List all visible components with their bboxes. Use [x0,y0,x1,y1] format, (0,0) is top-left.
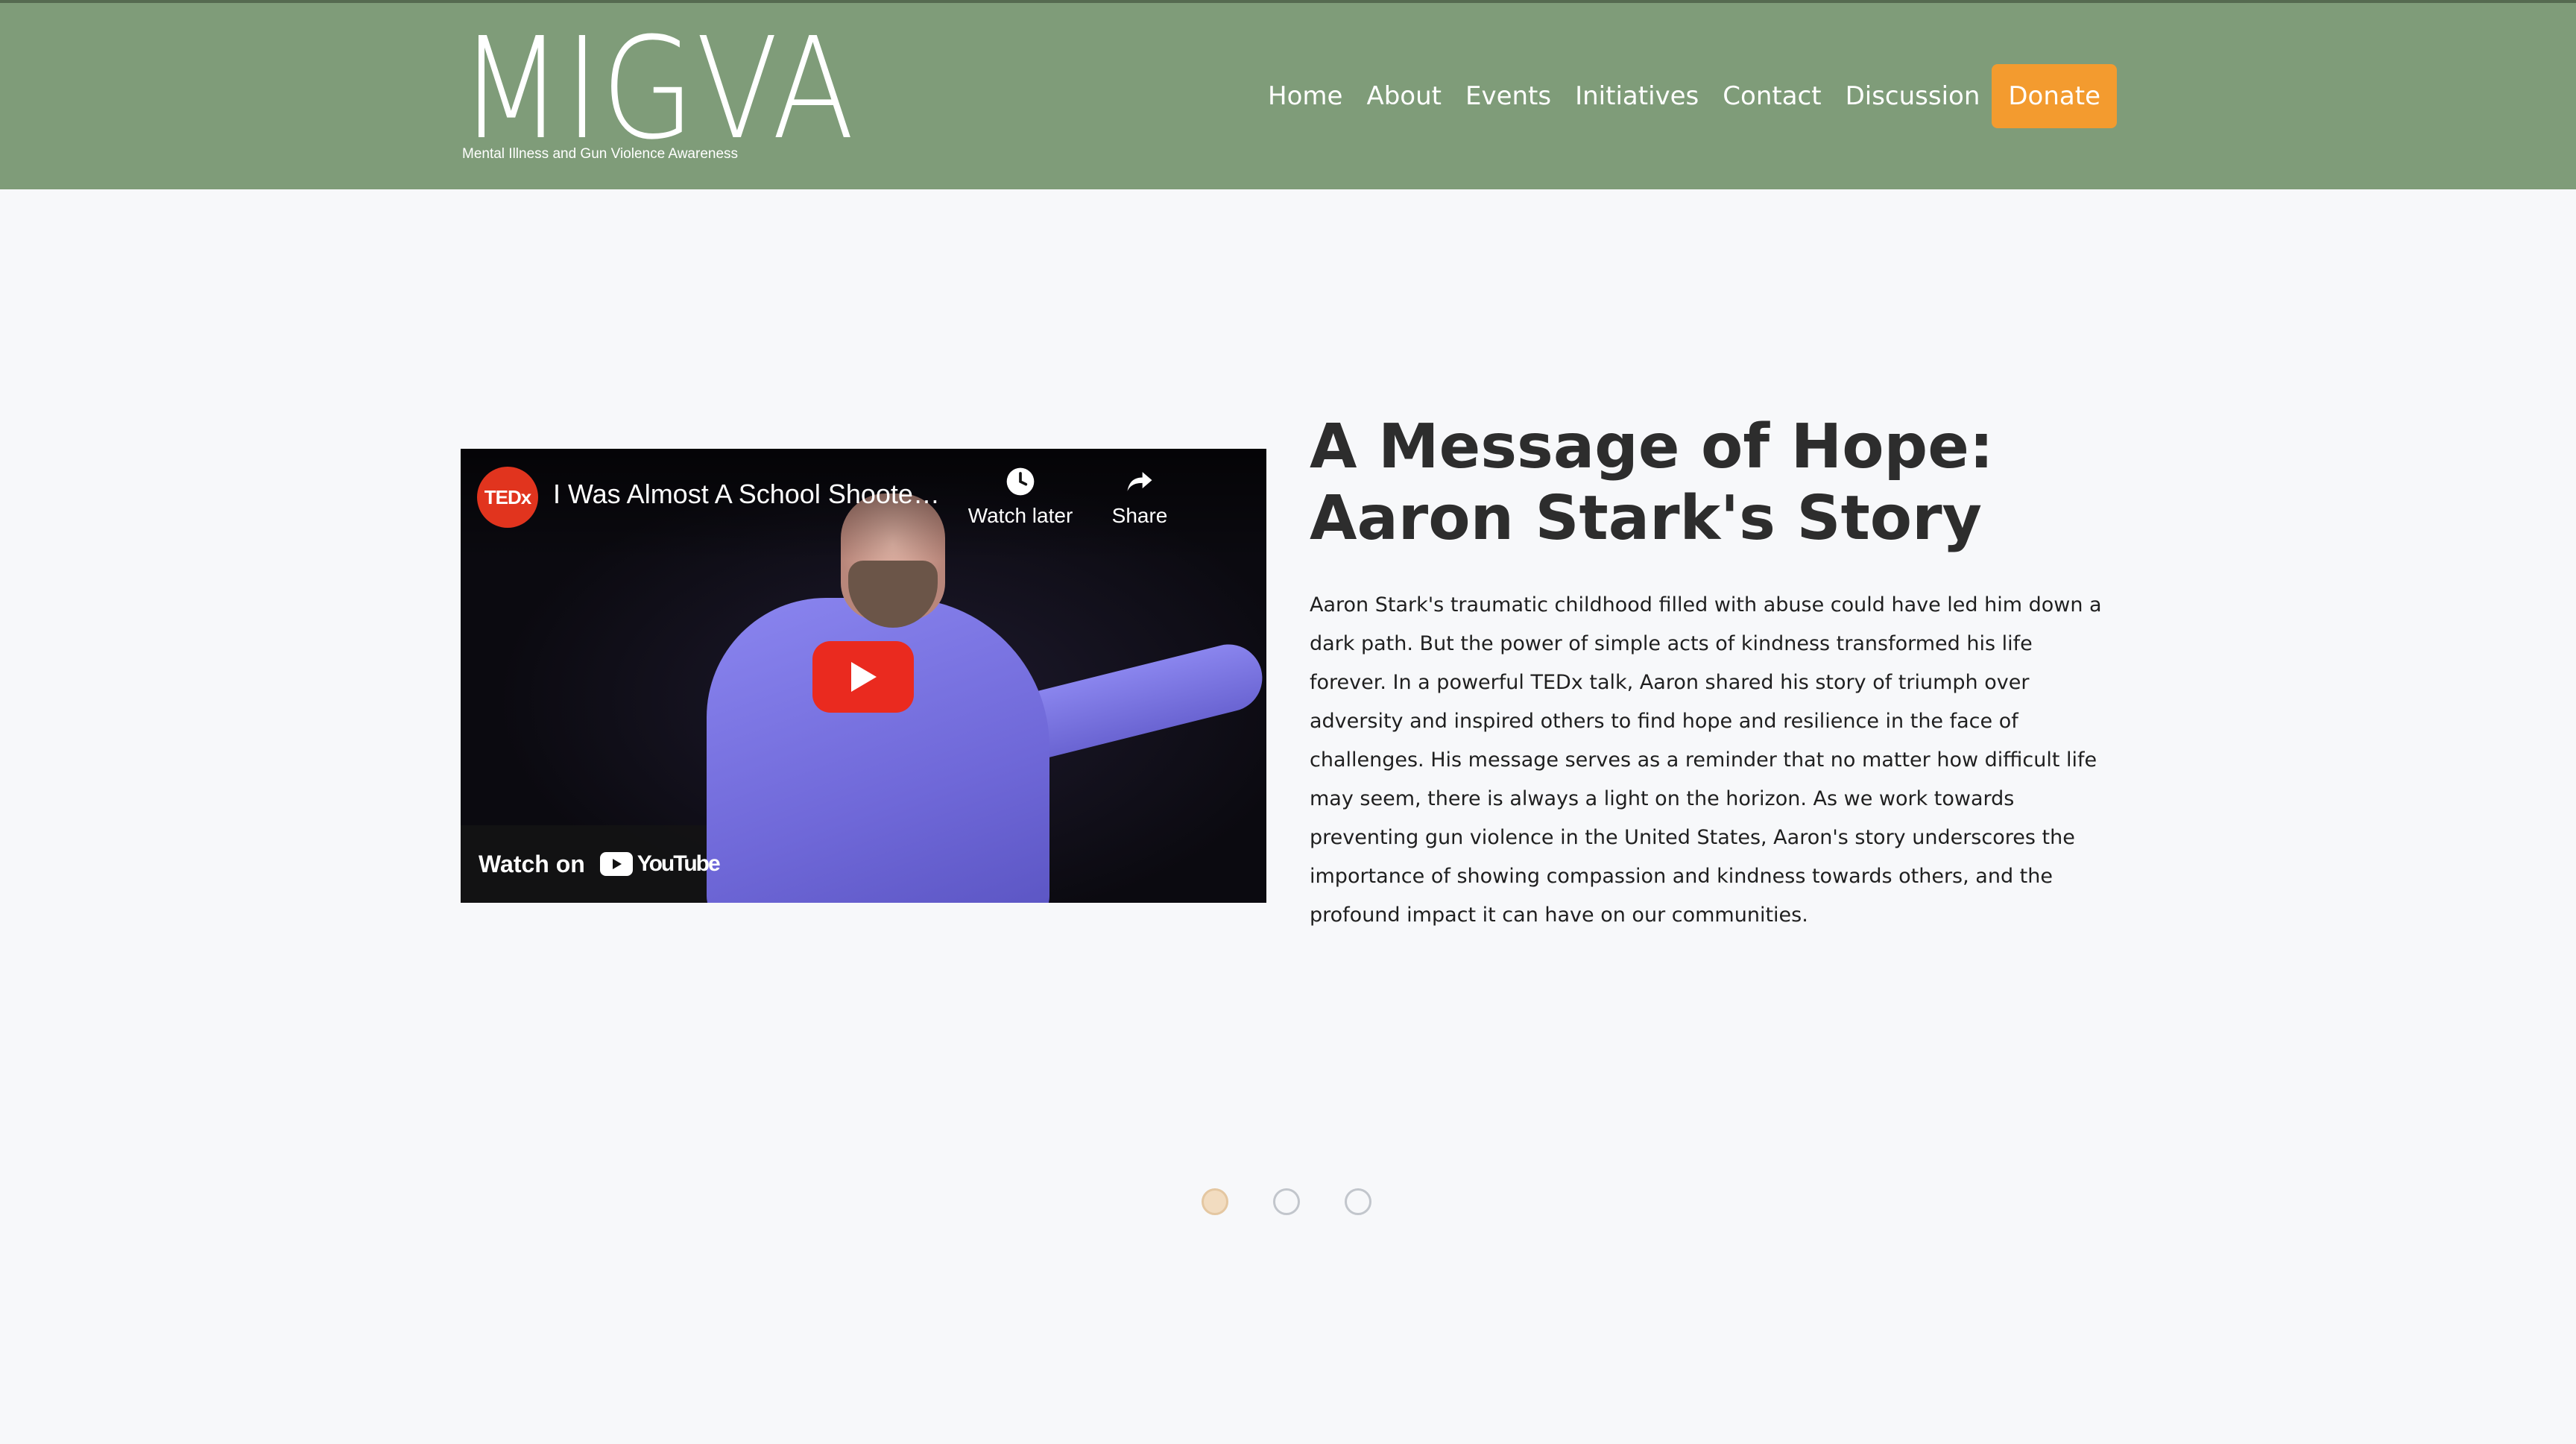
share-button[interactable]: Share [1084,465,1196,547]
youtube-embed[interactable]: TEDx I Was Almost A School Shooter | Aar… [461,449,1266,903]
nav-events[interactable]: Events [1465,81,1551,111]
nav-home[interactable]: Home [1268,81,1342,111]
main-nav: Home About Events Initiatives Contact Di… [1268,64,2117,128]
play-icon [851,662,877,692]
article-title: A Message of Hope: Aaron Stark's Story [1310,412,1994,554]
article-body: Aaron Stark's traumatic childhood filled… [1310,593,2102,927]
watch-later-button[interactable]: Watch later [965,465,1076,547]
youtube-wordmark: YouTube [637,851,721,876]
nav-contact[interactable]: Contact [1723,81,1821,111]
watch-on-youtube-link[interactable]: Watch on YouTube [461,825,721,903]
carousel-dot-1[interactable] [1202,1188,1228,1215]
play-button[interactable] [812,641,914,713]
clock-icon [1006,467,1035,496]
share-label: Share [1111,504,1168,527]
nav-about[interactable]: About [1366,81,1442,111]
youtube-play-icon [599,852,633,876]
channel-avatar[interactable]: TEDx [477,467,538,528]
logo-wordmark: MIGVA [459,7,856,171]
donate-button[interactable]: Donate [1992,64,2117,128]
carousel-dot-3[interactable] [1345,1188,1371,1215]
video-title[interactable]: I Was Almost A School Shooter | Aar... [553,479,941,510]
youtube-logo: YouTube [599,851,721,877]
nav-initiatives[interactable]: Initiatives [1575,81,1699,111]
share-arrow-icon [1127,472,1152,491]
carousel-dot-2[interactable] [1273,1188,1300,1215]
nav-discussion[interactable]: Discussion [1846,81,1980,111]
site-header: MIGVA Mental Illness and Gun Violence Aw… [0,0,2576,189]
channel-badge-text: TEDx [484,485,531,508]
carousel-dots [1202,1188,1371,1215]
watch-on-label: Watch on [479,850,585,877]
logo-tagline: Mental Illness and Gun Violence Awarenes… [462,146,739,162]
watch-later-label: Watch later [967,504,1073,527]
site-logo[interactable]: MIGVA Mental Illness and Gun Violence Aw… [459,19,854,167]
